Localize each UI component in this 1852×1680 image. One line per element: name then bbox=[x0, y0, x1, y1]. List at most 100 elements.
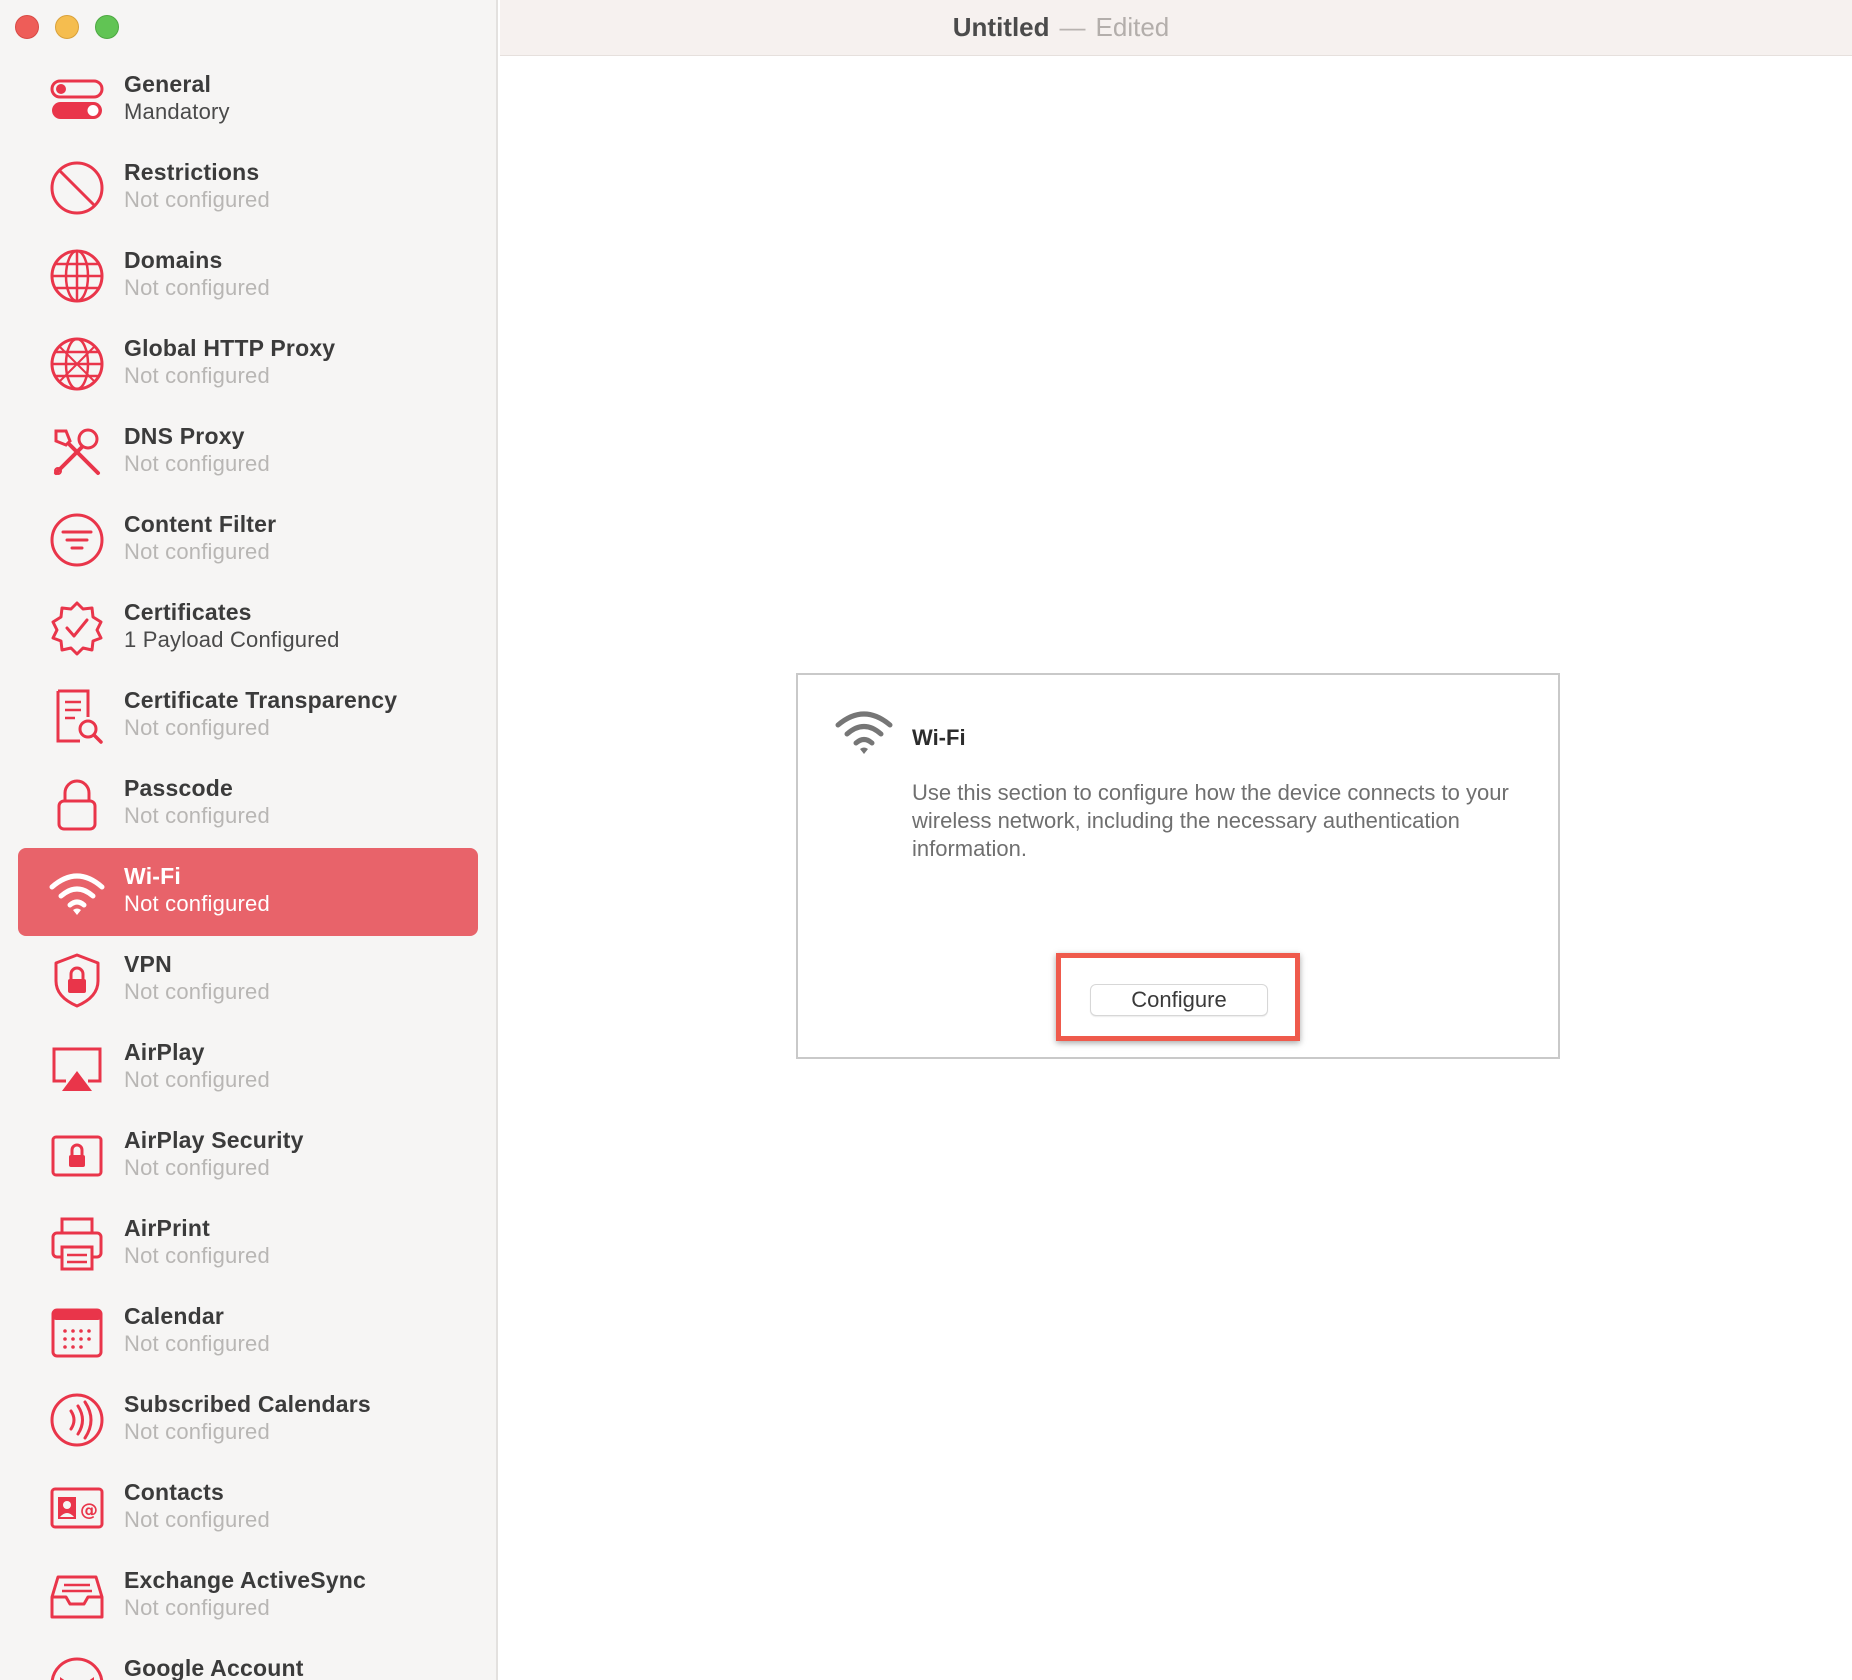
sidebar-item-text: Subscribed Calendars Not configured bbox=[124, 1390, 408, 1446]
payload-description: Use this section to configure how the de… bbox=[912, 780, 1509, 861]
sidebar-item-title: Subscribed Calendars bbox=[124, 1391, 371, 1417]
sidebar-item-status: Not configured bbox=[124, 1155, 270, 1180]
sidebar-item-general[interactable]: General Mandatory bbox=[18, 56, 478, 144]
sidebar-item-status: Not configured bbox=[124, 1595, 270, 1620]
sidebar-item-title: AirPrint bbox=[124, 1215, 210, 1241]
sidebar-item-domains[interactable]: Domains Not configured bbox=[18, 232, 478, 320]
sidebar-item-status: Not configured bbox=[124, 715, 270, 740]
sidebar-item-title: Domains bbox=[124, 247, 223, 273]
sidebar-item-google-account[interactable]: Google Account bbox=[18, 1640, 478, 1680]
sidebar-item-text: Certificate Transparency Not configured bbox=[124, 686, 408, 742]
sidebar-item-title: DNS Proxy bbox=[124, 423, 245, 449]
sidebar-item-airplay-security[interactable]: AirPlay Security Not configured bbox=[18, 1112, 478, 1200]
sidebar-item-text: Calendar Not configured bbox=[124, 1302, 408, 1358]
title-bar: Untitled — Edited bbox=[500, 0, 1852, 56]
configure-button[interactable]: Configure bbox=[1090, 984, 1268, 1016]
sidebar-item-vpn[interactable]: VPN Not configured bbox=[18, 936, 478, 1024]
sidebar: General Mandatory Restrictions Not configur… bbox=[0, 0, 498, 1680]
sidebar-item-title: General bbox=[124, 71, 212, 97]
sidebar-item-text: AirPlay Security Not configured bbox=[124, 1126, 408, 1182]
sidebar-item-status: Not configured bbox=[124, 1419, 270, 1444]
sidebar-item-title: AirPlay bbox=[124, 1039, 205, 1065]
sidebar-item-text: Google Account bbox=[124, 1654, 408, 1680]
sidebar-item-text: Passcode Not configured bbox=[124, 774, 408, 830]
sidebar-item-title: Exchange ActiveSync bbox=[124, 1567, 366, 1593]
lock-icon bbox=[48, 775, 106, 833]
inbox-tray-icon bbox=[48, 1567, 106, 1625]
close-window-button[interactable] bbox=[15, 15, 39, 39]
sidebar-item-airplay[interactable]: AirPlay Not configured bbox=[18, 1024, 478, 1112]
sidebar-item-status: Not configured bbox=[124, 1243, 270, 1268]
sidebar-item-text: Domains Not configured bbox=[124, 246, 408, 302]
screen-lock-icon bbox=[48, 1127, 106, 1185]
sidebar-item-text: Global HTTP Proxy Not configured bbox=[124, 334, 408, 390]
prohibited-icon bbox=[48, 159, 106, 217]
payload-info-card: Wi-Fi Use this section to configure how … bbox=[796, 673, 1560, 1059]
sidebar-item-exchange-activesync[interactable]: Exchange ActiveSync Not configured bbox=[18, 1552, 478, 1640]
sidebar-item-title: Certificates bbox=[124, 599, 252, 625]
minimize-window-button[interactable] bbox=[55, 15, 79, 39]
globe-icon bbox=[48, 247, 106, 305]
sidebar-item-global-http-proxy[interactable]: Global HTTP Proxy Not configured bbox=[18, 320, 478, 408]
window-controls bbox=[15, 15, 119, 39]
sidebar-item-text: VPN Not configured bbox=[124, 950, 408, 1006]
calendar-icon bbox=[48, 1303, 106, 1361]
sidebar-item-title: Google Account bbox=[124, 1655, 304, 1680]
sidebar-item-passcode[interactable]: Passcode Not configured bbox=[18, 760, 478, 848]
broadcast-icon bbox=[48, 1391, 106, 1449]
shield-lock-icon bbox=[48, 951, 106, 1009]
window-title: Untitled bbox=[952, 12, 1050, 42]
sidebar-item-status: Not configured bbox=[124, 891, 270, 916]
sidebar-item-text: AirPrint Not configured bbox=[124, 1214, 408, 1270]
toggle-icon bbox=[48, 71, 106, 129]
sidebar-item-certificate-transparency[interactable]: Certificate Transparency Not configured bbox=[18, 672, 478, 760]
printer-icon bbox=[48, 1215, 106, 1273]
sidebar-item-text: Exchange ActiveSync Not configured bbox=[124, 1566, 408, 1622]
sidebar-item-title: Restrictions bbox=[124, 159, 260, 185]
sidebar-item-title: AirPlay Security bbox=[124, 1127, 304, 1153]
sidebar-item-status: Not configured bbox=[124, 803, 270, 828]
sidebar-item-title: Certificate Transparency bbox=[124, 687, 398, 713]
wifi-icon bbox=[835, 711, 893, 754]
sidebar-item-restrictions[interactable]: Restrictions Not configured bbox=[18, 144, 478, 232]
sidebar-item-contacts[interactable]: @ Contacts Not configured bbox=[18, 1464, 478, 1552]
document-search-icon bbox=[48, 687, 106, 745]
filter-icon bbox=[48, 511, 106, 569]
sidebar-item-status: 1 Payload Configured bbox=[124, 627, 340, 652]
sidebar-item-title: Passcode bbox=[124, 775, 233, 801]
sidebar-item-title: Content Filter bbox=[124, 511, 277, 537]
sidebar-item-airprint[interactable]: AirPrint Not configured bbox=[18, 1200, 478, 1288]
wifi-icon bbox=[48, 863, 106, 921]
sidebar-item-certificates[interactable]: Certificates 1 Payload Configured bbox=[18, 584, 478, 672]
globe-network-icon bbox=[48, 335, 106, 393]
contact-card-icon: @ bbox=[48, 1479, 106, 1537]
sidebar-item-title: Calendar bbox=[124, 1303, 225, 1329]
sidebar-item-title: Contacts bbox=[124, 1479, 225, 1505]
certificate-badge-icon bbox=[48, 599, 106, 657]
sidebar-item-content-filter[interactable]: Content Filter Not configured bbox=[18, 496, 478, 584]
sidebar-item-status: Not configured bbox=[124, 1507, 270, 1532]
app-window: General Mandatory Restrictions Not configur… bbox=[0, 0, 1852, 1680]
sidebar-item-status: Not configured bbox=[124, 275, 270, 300]
zoom-window-button[interactable] bbox=[95, 15, 119, 39]
sidebar-item-status: Not configured bbox=[124, 979, 270, 1004]
sidebar-item-title: Global HTTP Proxy bbox=[124, 335, 336, 361]
sidebar-item-text: Wi-Fi Not configured bbox=[124, 862, 408, 918]
sidebar-item-wifi[interactable]: Wi-Fi Not configured bbox=[18, 848, 478, 936]
sidebar-item-subscribed-calendars[interactable]: Subscribed Calendars Not configured bbox=[18, 1376, 478, 1464]
sidebar-item-calendar[interactable]: Calendar Not configured bbox=[18, 1288, 478, 1376]
sidebar-item-dns-proxy[interactable]: DNS Proxy Not configured bbox=[18, 408, 478, 496]
payload-list: General Mandatory Restrictions Not configur… bbox=[0, 56, 496, 1680]
sidebar-item-text: Content Filter Not configured bbox=[124, 510, 408, 566]
sidebar-item-status: Not configured bbox=[124, 451, 270, 476]
svg-text:@: @ bbox=[80, 1500, 98, 1521]
title-separator: — bbox=[1059, 12, 1086, 42]
sidebar-item-text: Certificates 1 Payload Configured bbox=[124, 598, 408, 654]
sidebar-item-text: Restrictions Not configured bbox=[124, 158, 408, 214]
sidebar-item-text: AirPlay Not configured bbox=[124, 1038, 408, 1094]
sidebar-item-status: Not configured bbox=[124, 363, 270, 388]
sidebar-item-title: Wi-Fi bbox=[124, 863, 181, 889]
sidebar-item-status: Not configured bbox=[124, 539, 270, 564]
airplay-icon bbox=[48, 1039, 106, 1097]
configure-highlight: Configure bbox=[1056, 953, 1300, 1041]
